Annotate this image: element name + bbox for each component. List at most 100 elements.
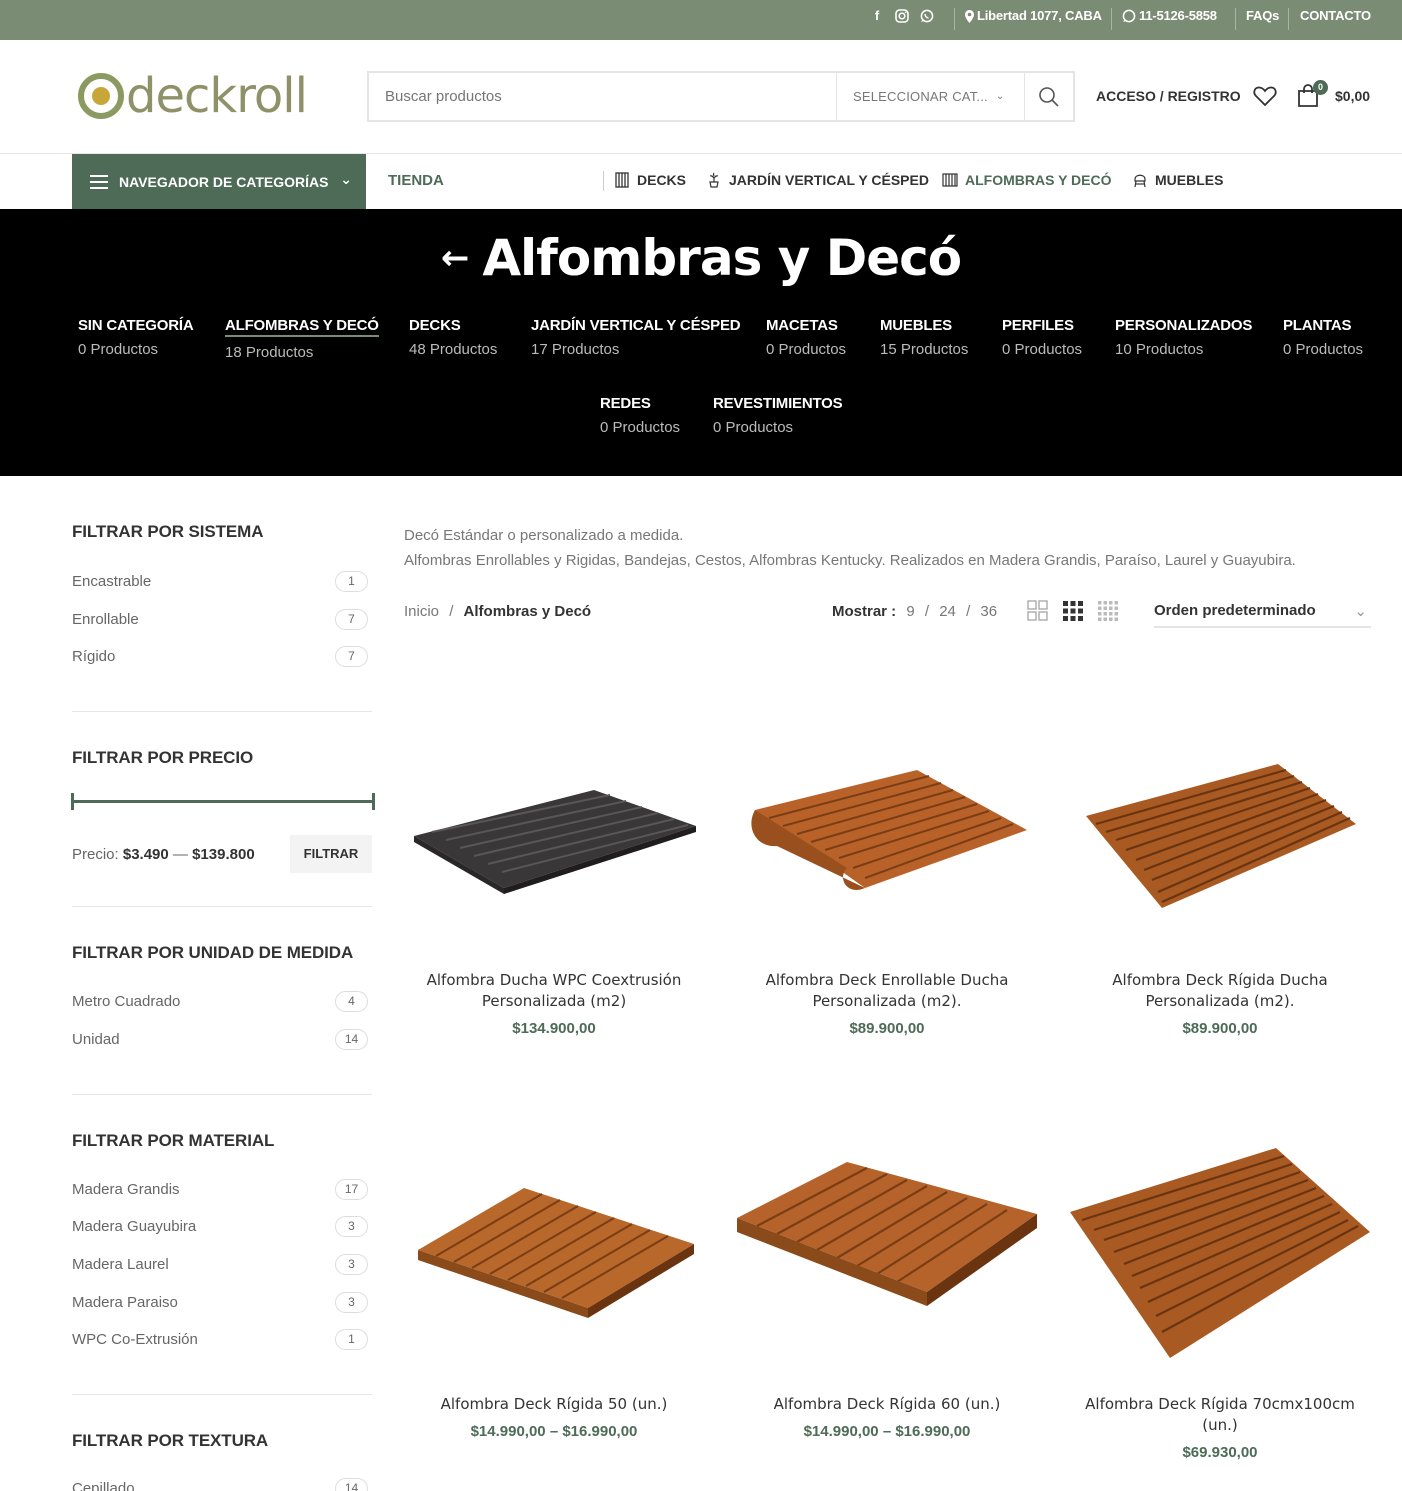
nav-item-muebles[interactable]: MUEBLES [1132, 172, 1223, 188]
grid-2-columns-icon[interactable] [1027, 600, 1049, 622]
filter-option[interactable]: Encastrable 1 [72, 571, 368, 592]
grid-4-columns-icon[interactable] [1097, 600, 1119, 622]
chevron-down-icon: ⌄ [1354, 603, 1367, 620]
product-name[interactable]: Alfombra Deck Rígida Ducha Personalizada… [1070, 970, 1370, 1012]
phone-text: 11-5126-5858 [1139, 8, 1217, 23]
filter-option-label: Metro Cuadrado [72, 993, 181, 1010]
page-title-text: Alfombras y Decó [482, 229, 962, 287]
banner-category[interactable]: JARDÍN VERTICAL Y CÉSPED 17 Productos [531, 317, 741, 358]
filter-option-count: 3 [335, 1216, 368, 1237]
filter-option[interactable]: Cepillado 14 [72, 1478, 368, 1491]
wishlist-button[interactable] [1253, 85, 1277, 112]
banner-category-count: 10 Productos [1115, 341, 1204, 358]
per-page-option[interactable]: 24 [939, 603, 956, 620]
banner-category[interactable]: REVESTIMIENTOS 0 Productos [713, 395, 843, 436]
banner-category-active[interactable]: ALFOMBRAS Y DECÓ 18 Productos [225, 317, 379, 361]
category-select-label: SELECCIONAR CAT... [853, 89, 988, 104]
breadcrumb-home[interactable]: Inicio [404, 603, 439, 620]
instagram-icon[interactable] [895, 9, 909, 23]
nav-shop-link[interactable]: TIENDA [388, 172, 444, 189]
search-button[interactable] [1024, 73, 1073, 120]
banner-category[interactable]: MACETAS 0 Productos [766, 317, 846, 358]
banner-category[interactable]: PERFILES 0 Productos [1002, 317, 1082, 358]
back-arrow-icon[interactable]: ← [441, 238, 469, 278]
per-page-option[interactable]: 9 [906, 603, 914, 620]
nav-item-jardin[interactable]: JARDÍN VERTICAL Y CÉSPED [706, 172, 929, 188]
cart-total[interactable]: $0,00 [1335, 88, 1370, 104]
banner-category-count: 17 Productos [531, 341, 620, 358]
categories-menu-button[interactable]: NAVEGADOR DE CATEGORÍAS ⌄ [72, 154, 366, 209]
filter-option[interactable]: Madera Grandis 17 [72, 1179, 368, 1200]
product-price: $89.900,00 [1182, 1020, 1258, 1037]
nav-item-label: ALFOMBRAS Y DECÓ [965, 172, 1112, 188]
banner-category-count: 0 Productos [78, 341, 159, 358]
banner-category-count: 0 Productos [766, 341, 847, 358]
banner-category[interactable]: PERSONALIZADOS 10 Productos [1115, 317, 1252, 358]
product-image[interactable] [737, 688, 1037, 948]
categories-menu-label: NAVEGADOR DE CATEGORÍAS [119, 173, 329, 190]
nav-divider [603, 171, 604, 191]
filter-button[interactable]: FILTRAR [290, 835, 372, 873]
topbar-divider [1235, 8, 1236, 30]
price-range-label: Precio: $3.490 — $139.800 [72, 846, 255, 863]
facebook-icon[interactable]: f [870, 9, 884, 23]
price-range-slider[interactable] [71, 793, 375, 810]
filter-option[interactable]: Madera Paraiso 3 [72, 1292, 368, 1313]
filter-title-sistema: FILTRAR POR SISTEMA [72, 522, 264, 541]
filter-title-precio: FILTRAR POR PRECIO [72, 748, 254, 767]
product-name[interactable]: Alfombra Deck Rígida 70cmx100cm (un.) [1070, 1394, 1370, 1436]
filter-option[interactable]: Metro Cuadrado 4 [72, 991, 368, 1012]
filter-option-count: 1 [335, 571, 368, 592]
filter-option[interactable]: Madera Guayubira 3 [72, 1216, 368, 1237]
product-image[interactable] [1070, 1112, 1370, 1372]
product-image[interactable] [737, 1112, 1037, 1372]
banner-category[interactable]: REDES 0 Productos [600, 395, 680, 436]
whatsapp-icon[interactable] [920, 9, 934, 23]
chevron-down-icon: ⌄ [340, 171, 352, 187]
address-link[interactable]: Libertad 1077, CABA [965, 8, 1102, 24]
filter-option[interactable]: Madera Laurel 3 [72, 1254, 368, 1275]
category-banner: ← Alfombras y Decó SIN CATEGORÍA 0 Produc… [0, 209, 1402, 476]
filter-option[interactable]: WPC Co-Extrusión 1 [72, 1329, 368, 1350]
product-image[interactable] [404, 1112, 704, 1372]
faqs-link[interactable]: FAQs [1246, 8, 1279, 24]
cart-button[interactable]: 0 [1297, 80, 1328, 113]
filter-option-label: Madera Paraiso [72, 1294, 178, 1311]
per-page-separator: / [966, 603, 971, 620]
filter-option[interactable]: Rígido 7 [72, 646, 368, 667]
banner-category[interactable]: DECKS 48 Productos [409, 317, 497, 358]
nav-item-decks[interactable]: DECKS [614, 172, 686, 188]
sort-select[interactable]: Orden predeterminado ⌄ [1154, 596, 1371, 628]
category-select[interactable]: SELECCIONAR CAT... ⌄ [836, 73, 1024, 120]
nav-item-alfombras[interactable]: ALFOMBRAS Y DECÓ [942, 172, 1112, 188]
product-image[interactable] [1070, 688, 1370, 948]
filter-option[interactable]: Enrollable 7 [72, 609, 368, 630]
product-name[interactable]: Alfombra Deck Rígida 50 (un.) [404, 1394, 704, 1415]
product-image[interactable] [404, 688, 704, 948]
account-link[interactable]: ACCESO / REGISTRO [1096, 88, 1241, 104]
banner-category[interactable]: SIN CATEGORÍA 0 Productos [78, 317, 194, 358]
banner-category-name: SIN CATEGORÍA [78, 317, 194, 334]
product-name[interactable]: Alfombra Deck Rígida 60 (un.) [737, 1394, 1037, 1415]
topbar-divider [1111, 8, 1112, 30]
divider [72, 711, 372, 712]
contact-link[interactable]: CONTACTO [1300, 8, 1371, 24]
banner-category[interactable]: MUEBLES 15 Productos [880, 317, 968, 358]
banner-category-count: 18 Productos [225, 344, 314, 361]
filter-option-label: Madera Laurel [72, 1256, 169, 1273]
product-name[interactable]: Alfombra Deck Enrollable Ducha Personali… [737, 970, 1037, 1012]
banner-category-name: PERSONALIZADOS [1115, 317, 1253, 334]
filter-option-count: 14 [335, 1029, 368, 1050]
filter-title-textura: FILTRAR POR TEXTURA [72, 1431, 269, 1450]
filter-option-label: WPC Co-Extrusión [72, 1331, 198, 1348]
search-input[interactable] [369, 73, 836, 120]
phone-link[interactable]: 11-5126-5858 [1122, 8, 1217, 24]
filter-option-label: Cepillado [72, 1480, 135, 1491]
product-name[interactable]: Alfombra Ducha WPC Coextrusión Personali… [404, 970, 704, 1012]
per-page-option[interactable]: 36 [980, 603, 997, 620]
banner-category[interactable]: PLANTAS 0 Productos [1283, 317, 1363, 358]
filter-option[interactable]: Unidad 14 [72, 1029, 368, 1050]
banner-category-count: 0 Productos [1002, 341, 1083, 358]
site-logo[interactable]: deckroll [78, 70, 308, 122]
grid-3-columns-icon[interactable] [1062, 600, 1084, 622]
